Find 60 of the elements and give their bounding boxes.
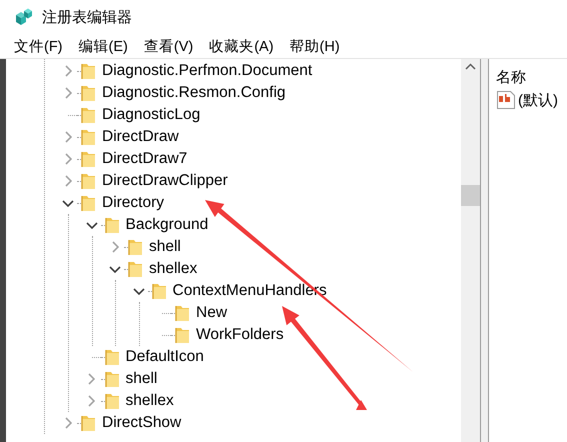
chevron-right-icon[interactable] xyxy=(88,373,95,385)
tree-item[interactable]: Background xyxy=(124,216,210,234)
chevron-down-icon[interactable] xyxy=(109,266,121,272)
folder-icon xyxy=(81,62,96,80)
chevron-down-icon[interactable] xyxy=(132,288,144,294)
folder-icon xyxy=(152,282,166,300)
chevron-right-icon[interactable] xyxy=(64,153,72,165)
chevron-right-icon[interactable] xyxy=(64,65,72,77)
registry-editor-icon xyxy=(14,7,34,27)
tree-item[interactable]: DefaultIcon xyxy=(124,348,206,366)
chevron-right-icon[interactable] xyxy=(64,131,72,143)
chevron-right-icon[interactable] xyxy=(64,175,72,187)
chevron-right-icon[interactable] xyxy=(88,395,95,407)
scrollbar-thumb[interactable] xyxy=(461,185,480,206)
folder-icon xyxy=(175,304,190,322)
folder-icon xyxy=(81,172,96,190)
chevron-right-icon[interactable] xyxy=(64,87,72,99)
chevron-down-icon[interactable] xyxy=(62,200,74,206)
folder-icon xyxy=(81,414,96,432)
value-name[interactable]: (默认) xyxy=(518,90,558,110)
tree-item[interactable]: shellex xyxy=(124,392,176,410)
tree-item[interactable]: Diagnostic.Perfmon.Document xyxy=(100,62,314,80)
folder-icon xyxy=(81,194,96,212)
folder-icon xyxy=(128,260,143,278)
tree-item[interactable]: New xyxy=(194,304,230,322)
scrollbar[interactable] xyxy=(461,59,480,442)
chevron-down-icon[interactable] xyxy=(86,222,98,228)
folder-icon xyxy=(104,216,120,234)
folder-icon xyxy=(175,326,190,344)
folder-icon xyxy=(104,392,120,410)
menu-item[interactable]: 编辑(E) xyxy=(78,36,129,56)
window-title: 注册表编辑器 xyxy=(42,8,132,26)
tree-item[interactable]: shell xyxy=(147,238,183,256)
column-header[interactable]: 名称 xyxy=(496,68,526,86)
folder-icon xyxy=(104,370,120,388)
menu-item[interactable]: 帮助(H) xyxy=(288,36,341,56)
menu-item[interactable]: 查看(V) xyxy=(142,36,194,56)
menu-item[interactable]: 文件(F) xyxy=(13,36,64,56)
tree-item[interactable]: shellex xyxy=(147,260,200,278)
tree-item[interactable]: shell xyxy=(124,370,160,388)
string-value-icon xyxy=(496,90,516,110)
folder-icon xyxy=(81,106,96,124)
tree-item[interactable]: DirectDraw7 xyxy=(100,150,190,168)
pane-splitter[interactable] xyxy=(480,59,489,442)
chevron-right-icon[interactable] xyxy=(112,241,118,253)
tree-item[interactable]: WorkFolders xyxy=(194,326,286,344)
tree-item[interactable]: DiagnosticLog xyxy=(100,106,202,124)
tree-item[interactable]: DirectShow xyxy=(100,414,184,432)
tree-item[interactable]: DirectDraw xyxy=(100,128,181,146)
chevron-right-icon[interactable] xyxy=(64,417,72,429)
scroll-up-icon[interactable] xyxy=(465,63,476,70)
menu-item[interactable]: 收藏夹(A) xyxy=(208,36,275,56)
folder-icon xyxy=(104,348,120,366)
tree-item[interactable]: Diagnostic.Resmon.Config xyxy=(100,84,288,102)
tree-item[interactable]: Directory xyxy=(100,194,166,212)
folder-icon xyxy=(128,238,143,256)
tree-item[interactable]: DirectDrawClipper xyxy=(100,172,230,190)
folder-icon xyxy=(81,150,96,168)
folder-icon xyxy=(81,84,96,102)
folder-icon xyxy=(81,128,96,146)
